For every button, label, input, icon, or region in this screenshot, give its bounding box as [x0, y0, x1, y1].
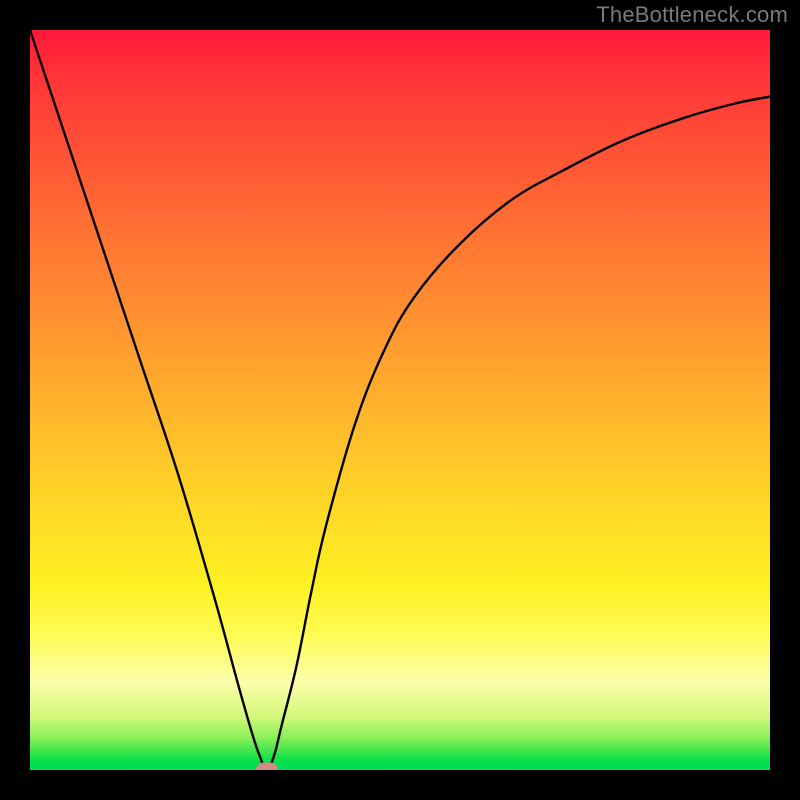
optimal-point-marker [256, 763, 278, 771]
chart-container: TheBottleneck.com [0, 0, 800, 800]
attribution-label: TheBottleneck.com [596, 2, 788, 28]
curve-path [30, 30, 770, 770]
bottleneck-curve [30, 30, 770, 770]
plot-area [30, 30, 770, 770]
